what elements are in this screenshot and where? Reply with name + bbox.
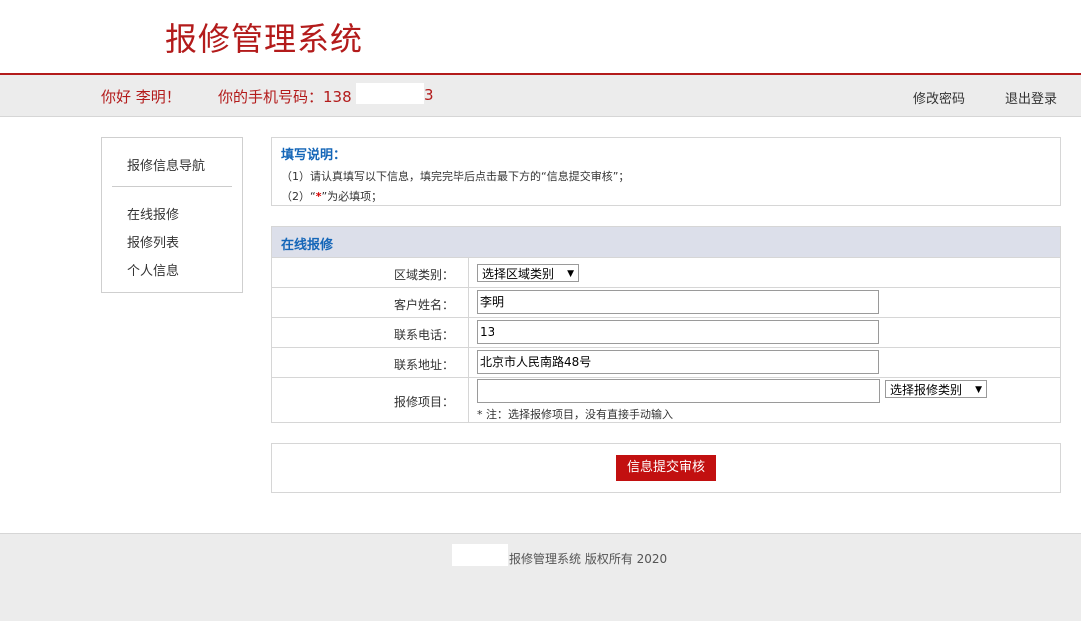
phone-number-text: 你的手机号码：138 (218, 88, 352, 106)
footer: 报修管理系统 版权所有 2020 (0, 533, 1081, 621)
sidebar-item-personal-info[interactable]: 个人信息 (127, 260, 179, 279)
area-label: 区域类别： (393, 268, 454, 282)
instructions-title: 填写说明： (281, 148, 347, 163)
repair-item-label: 报修项目： (393, 395, 454, 409)
user-bar: 你好 李明！ 你的手机号码：138 3 修改密码 退出登录 (0, 75, 1081, 117)
app-title: 报修管理系统 (165, 20, 364, 58)
sidebar-item-repair-list[interactable]: 报修列表 (127, 232, 179, 251)
name-label: 客户姓名： (393, 298, 454, 312)
logout-link[interactable]: 退出登录 (1005, 88, 1057, 107)
submit-button[interactable]: 信息提交审核 (616, 455, 716, 481)
phone-input-redaction (494, 322, 588, 342)
sidebar-nav: 报修信息导航 在线报修 报修列表 个人信息 (101, 137, 243, 293)
form-row-repair-item: 报修项目： 选择报修类别 ▼ * 注：选择报修项目，没有直接手动输入 (272, 377, 1060, 423)
repair-category-select[interactable]: 选择报修类别 ▼ (885, 380, 987, 398)
copyright-text: 报修管理系统 版权所有 2020 (509, 552, 668, 566)
instructions-panel: 填写说明： （1）请认真填写以下信息，填完完毕后点击最下方的“信息提交审核”； … (271, 137, 1061, 206)
name-input[interactable]: 李明 (477, 290, 879, 314)
repair-form: 在线报修 区域类别： 选择区域类别 ▼ 客户姓名： 李明 联系电话： 13 联系地… (271, 226, 1061, 423)
chevron-down-icon: ▼ (567, 269, 574, 279)
address-label: 联系地址： (393, 358, 454, 372)
form-row-area: 区域类别： 选择区域类别 ▼ (272, 257, 1060, 288)
sidebar-title: 报修信息导航 (127, 159, 206, 174)
submit-panel: 信息提交审核 (271, 443, 1061, 493)
sidebar-divider (112, 186, 232, 187)
footer-redaction (452, 544, 508, 566)
instruction-line-2: （2）“*”为必填项； (281, 190, 383, 203)
repair-item-input[interactable] (477, 379, 880, 403)
change-password-link[interactable]: 修改密码 (913, 88, 965, 107)
area-select[interactable]: 选择区域类别 ▼ (477, 264, 579, 282)
form-header: 在线报修 (272, 227, 1060, 257)
form-row-address: 联系地址： 北京市人民南路48号 (272, 347, 1060, 378)
form-title: 在线报修 (281, 238, 334, 253)
instruction-line-1: （1）请认真填写以下信息，填完完毕后点击最下方的“信息提交审核”； (281, 170, 630, 183)
address-input[interactable]: 北京市人民南路48号 (477, 350, 879, 374)
sidebar-item-online-repair[interactable]: 在线报修 (127, 204, 179, 223)
form-row-name: 客户姓名： 李明 (272, 287, 1060, 318)
phone-number-suffix: 3 (424, 86, 434, 104)
repair-item-note: * 注：选择报修项目，没有直接手动输入 (477, 408, 673, 421)
header: 报修管理系统 (0, 0, 1081, 74)
form-row-phone: 联系电话： 13 (272, 317, 1060, 348)
phone-label: 联系电话： (393, 328, 454, 342)
phone-redaction (356, 83, 424, 104)
greeting-text: 你好 李明！ (101, 88, 181, 106)
chevron-down-icon: ▼ (975, 385, 982, 395)
